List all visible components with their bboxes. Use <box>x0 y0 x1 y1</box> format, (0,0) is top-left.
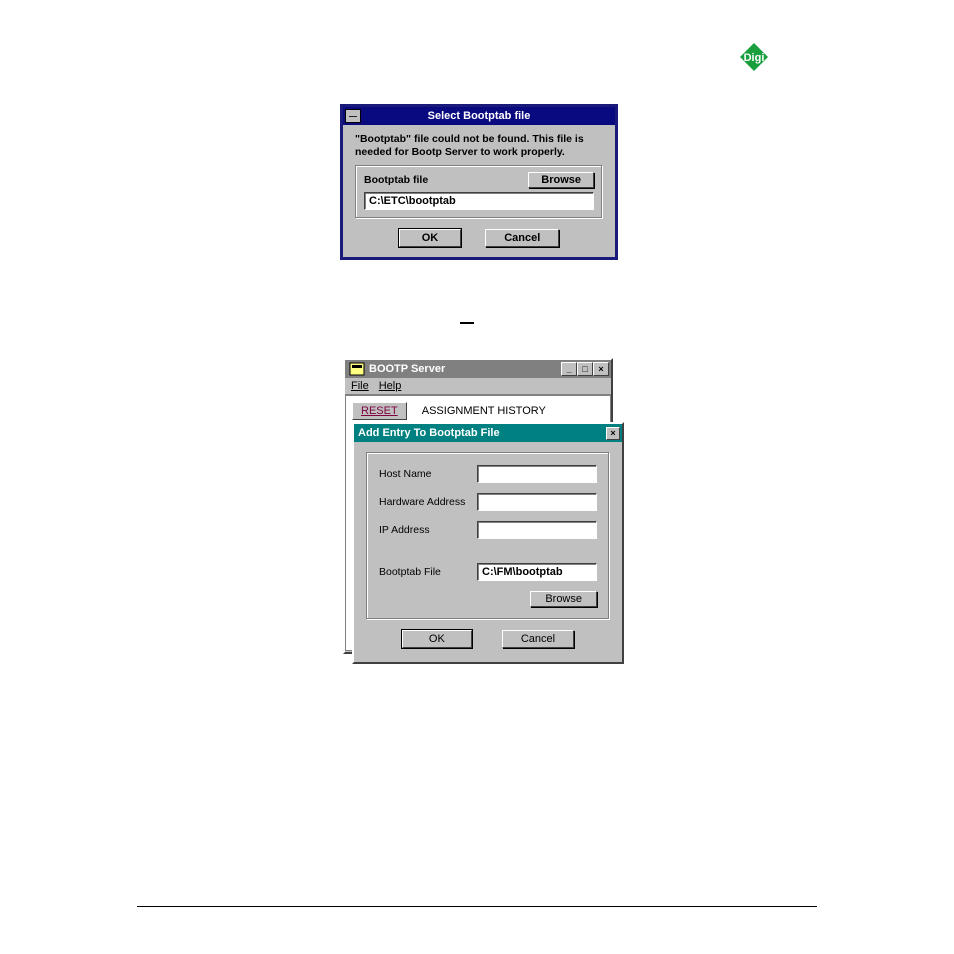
app-icon <box>349 362 365 376</box>
entry-fields-groupbox: Host Name Hardware Address IP Address Bo… <box>366 452 610 620</box>
close-icon[interactable]: × <box>606 427 620 440</box>
system-menu-icon[interactable]: — <box>345 109 361 123</box>
bootptab-groupbox: Bootptab file Browse <box>355 165 603 219</box>
browse-button[interactable]: Browse <box>530 591 597 607</box>
dialog-title: Select Bootptab file <box>428 110 531 122</box>
bootptab-file-label: Bootptab File <box>379 566 477 578</box>
ip-address-input[interactable] <box>477 521 597 539</box>
host-name-input[interactable] <box>477 465 597 483</box>
page-divider <box>137 906 817 907</box>
select-bootptab-dialog: — Select Bootptab file "Bootptab" file c… <box>340 104 618 260</box>
add-entry-title: Add Entry To Bootptab File <box>358 427 500 439</box>
hardware-address-label: Hardware Address <box>379 496 477 508</box>
menu-file[interactable]: File <box>351 380 369 392</box>
ok-button[interactable]: OK <box>402 630 472 648</box>
close-icon[interactable]: × <box>593 362 609 376</box>
browse-button[interactable]: Browse <box>528 172 594 188</box>
add-entry-titlebar[interactable]: Add Entry To Bootptab File × <box>354 424 622 442</box>
menubar: File Help <box>345 378 611 395</box>
cancel-button[interactable]: Cancel <box>485 229 559 247</box>
host-name-label: Host Name <box>379 468 477 480</box>
dialog-message: "Bootptab" file could not be found. This… <box>355 133 603 159</box>
cancel-button[interactable]: Cancel <box>502 630 574 648</box>
bootptab-path-input[interactable] <box>364 192 594 210</box>
svg-text:Digi: Digi <box>744 52 765 64</box>
server-title: BOOTP Server <box>369 363 445 375</box>
hardware-address-input[interactable] <box>477 493 597 511</box>
maximize-icon[interactable]: □ <box>577 362 593 376</box>
reset-button[interactable]: RESET <box>352 402 407 420</box>
bootptab-file-input[interactable] <box>477 563 597 581</box>
digi-logo: Digi <box>734 40 774 74</box>
divider <box>460 322 474 324</box>
menu-help[interactable]: Help <box>379 380 402 392</box>
server-titlebar[interactable]: BOOTP Server _ □ × <box>345 360 611 378</box>
dialog-titlebar[interactable]: — Select Bootptab file <box>343 107 615 125</box>
minimize-icon[interactable]: _ <box>561 362 577 376</box>
ip-address-label: IP Address <box>379 524 477 536</box>
bootptab-field-label: Bootptab file <box>364 174 428 187</box>
add-entry-dialog: Add Entry To Bootptab File × Host Name H… <box>352 422 624 664</box>
ok-button[interactable]: OK <box>399 229 462 247</box>
assignment-history-label: ASSIGNMENT HISTORY <box>422 405 546 417</box>
